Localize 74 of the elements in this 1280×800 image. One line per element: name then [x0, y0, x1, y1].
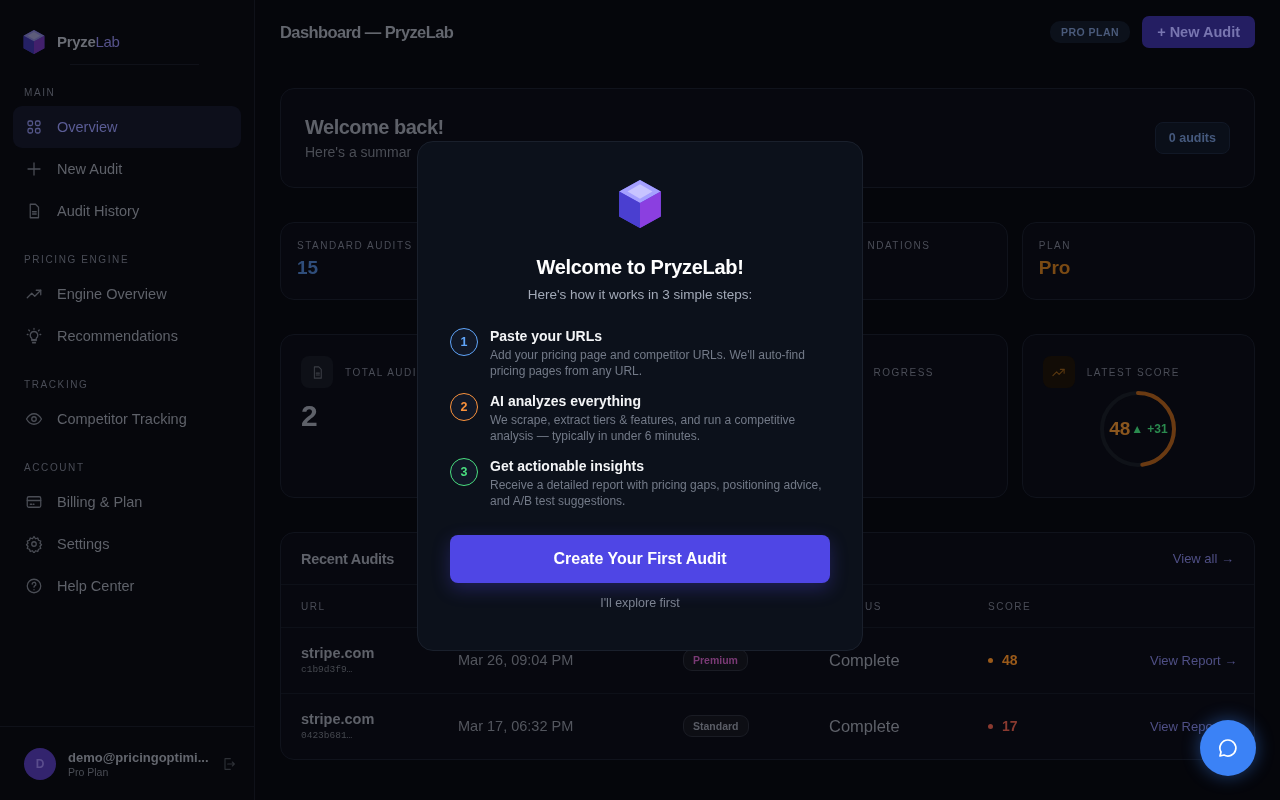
- tier-tag: Standard: [683, 715, 749, 738]
- dialog-title: Welcome to PryzeLab!: [536, 256, 744, 279]
- metric-value: 2: [301, 399, 318, 433]
- audit-score: 17: [1002, 718, 1018, 735]
- stat-label: NDATIONS: [867, 240, 931, 251]
- step-description: Add your pricing page and competitor URLs. We'll auto-find pricing pages from any URL.: [490, 347, 806, 379]
- column-header: URL: [301, 600, 326, 612]
- column-header: US: [865, 600, 882, 612]
- score-delta: +31: [1147, 422, 1168, 436]
- audit-status: Complete: [829, 650, 900, 670]
- sidebar-item[interactable]: Competitor Tracking: [13, 398, 241, 440]
- audit-score: 48: [1002, 652, 1018, 669]
- step-description: Receive a detailed report with pricing gaps, positioning advice, and A/B test suggestions.: [490, 477, 823, 509]
- sidebar-item[interactable]: Overview: [13, 106, 241, 148]
- sidebar-item[interactable]: New Audit: [13, 148, 241, 190]
- logo-icon: [21, 28, 47, 55]
- column-header: SCORE: [988, 600, 1032, 612]
- step-description: We scrape, extract tiers & features, and run a competitive analysis — typically in under 6 minutes.: [490, 412, 797, 444]
- explore-link[interactable]: I'll explore first: [600, 596, 680, 610]
- section-title: MAIN: [23, 86, 57, 100]
- section-title: PRICING ENGINE: [23, 253, 131, 267]
- audit-id: 0423b681…: [301, 730, 353, 742]
- settings-icon: [25, 535, 43, 553]
- sidebar-item[interactable]: Recommendations: [13, 315, 241, 357]
- view-all-link[interactable]: View all →: [1172, 551, 1234, 567]
- chat-icon: [1216, 736, 1240, 760]
- score-up-arrow: ▲: [1131, 422, 1144, 436]
- audit-id: c1b9d3f9…: [301, 664, 353, 676]
- sidebar-item[interactable]: Audit History: [13, 190, 241, 232]
- step-title: Paste your URLs: [490, 328, 604, 344]
- metric-label: LATEST SCORE: [1086, 366, 1180, 378]
- sidebar-item[interactable]: Billing & Plan: [13, 481, 241, 523]
- stat-label: STANDARD AUDITS: [297, 240, 414, 251]
- step-number: 1: [450, 328, 478, 356]
- audit-date: Mar 26, 09:04 PM: [458, 652, 574, 669]
- step-number: 2: [450, 393, 478, 421]
- sidebar-item[interactable]: Settings: [13, 523, 241, 565]
- help-icon: [25, 577, 43, 595]
- credit-card-icon: [25, 493, 43, 511]
- audit-count-badge: 0 audits: [1154, 122, 1230, 154]
- card-title: Recent Audits: [301, 550, 395, 567]
- grid-icon: [25, 118, 43, 136]
- step-title: Get actionable insights: [490, 458, 646, 474]
- metric-label: TOTAL AUDI: [345, 366, 418, 378]
- view-report-link[interactable]: View Report →: [1150, 652, 1238, 668]
- page-title: Dashboard — PryzeLab: [280, 22, 455, 42]
- welcome-heading: Welcome back!: [305, 116, 445, 139]
- stat-label: PLAN: [1038, 240, 1072, 251]
- eye-icon: [25, 410, 43, 428]
- section-title: ACCOUNT: [23, 461, 86, 475]
- score-value: 48: [1109, 418, 1131, 440]
- create-audit-button[interactable]: Create Your First Audit: [450, 535, 830, 583]
- audit-date: Mar 17, 06:32 PM: [458, 718, 574, 735]
- step-number: 3: [450, 458, 478, 486]
- audit-url: stripe.com: [301, 711, 375, 728]
- lightbulb-icon: [25, 327, 43, 345]
- sidebar-item[interactable]: Engine Overview: [13, 273, 241, 315]
- stat-value: 15: [297, 257, 320, 279]
- plan-badge: PRO PLAN: [1049, 21, 1131, 43]
- dialog-subtitle: Here's how it works in 3 simple steps:: [527, 287, 753, 302]
- user-plan: Pro Plan: [68, 765, 110, 778]
- user-email: demo@pricingoptimi...: [68, 749, 209, 765]
- metric-label: ROGRESS: [873, 366, 934, 378]
- welcome-subtitle: Here's a summar: [305, 144, 413, 160]
- section-title: TRACKING: [23, 378, 90, 392]
- brand-name: PryzeLab: [57, 33, 120, 50]
- plus-icon: [25, 160, 43, 178]
- step-title: AI analyzes everything: [490, 393, 642, 409]
- new-audit-button[interactable]: + New Audit: [1142, 16, 1255, 48]
- audit-status: Complete: [829, 716, 900, 736]
- audit-url: stripe.com: [301, 645, 375, 662]
- stat-value: Pro: [1038, 257, 1072, 279]
- sidebar-item[interactable]: Help Center: [13, 565, 241, 607]
- tier-tag: Premium: [683, 649, 748, 672]
